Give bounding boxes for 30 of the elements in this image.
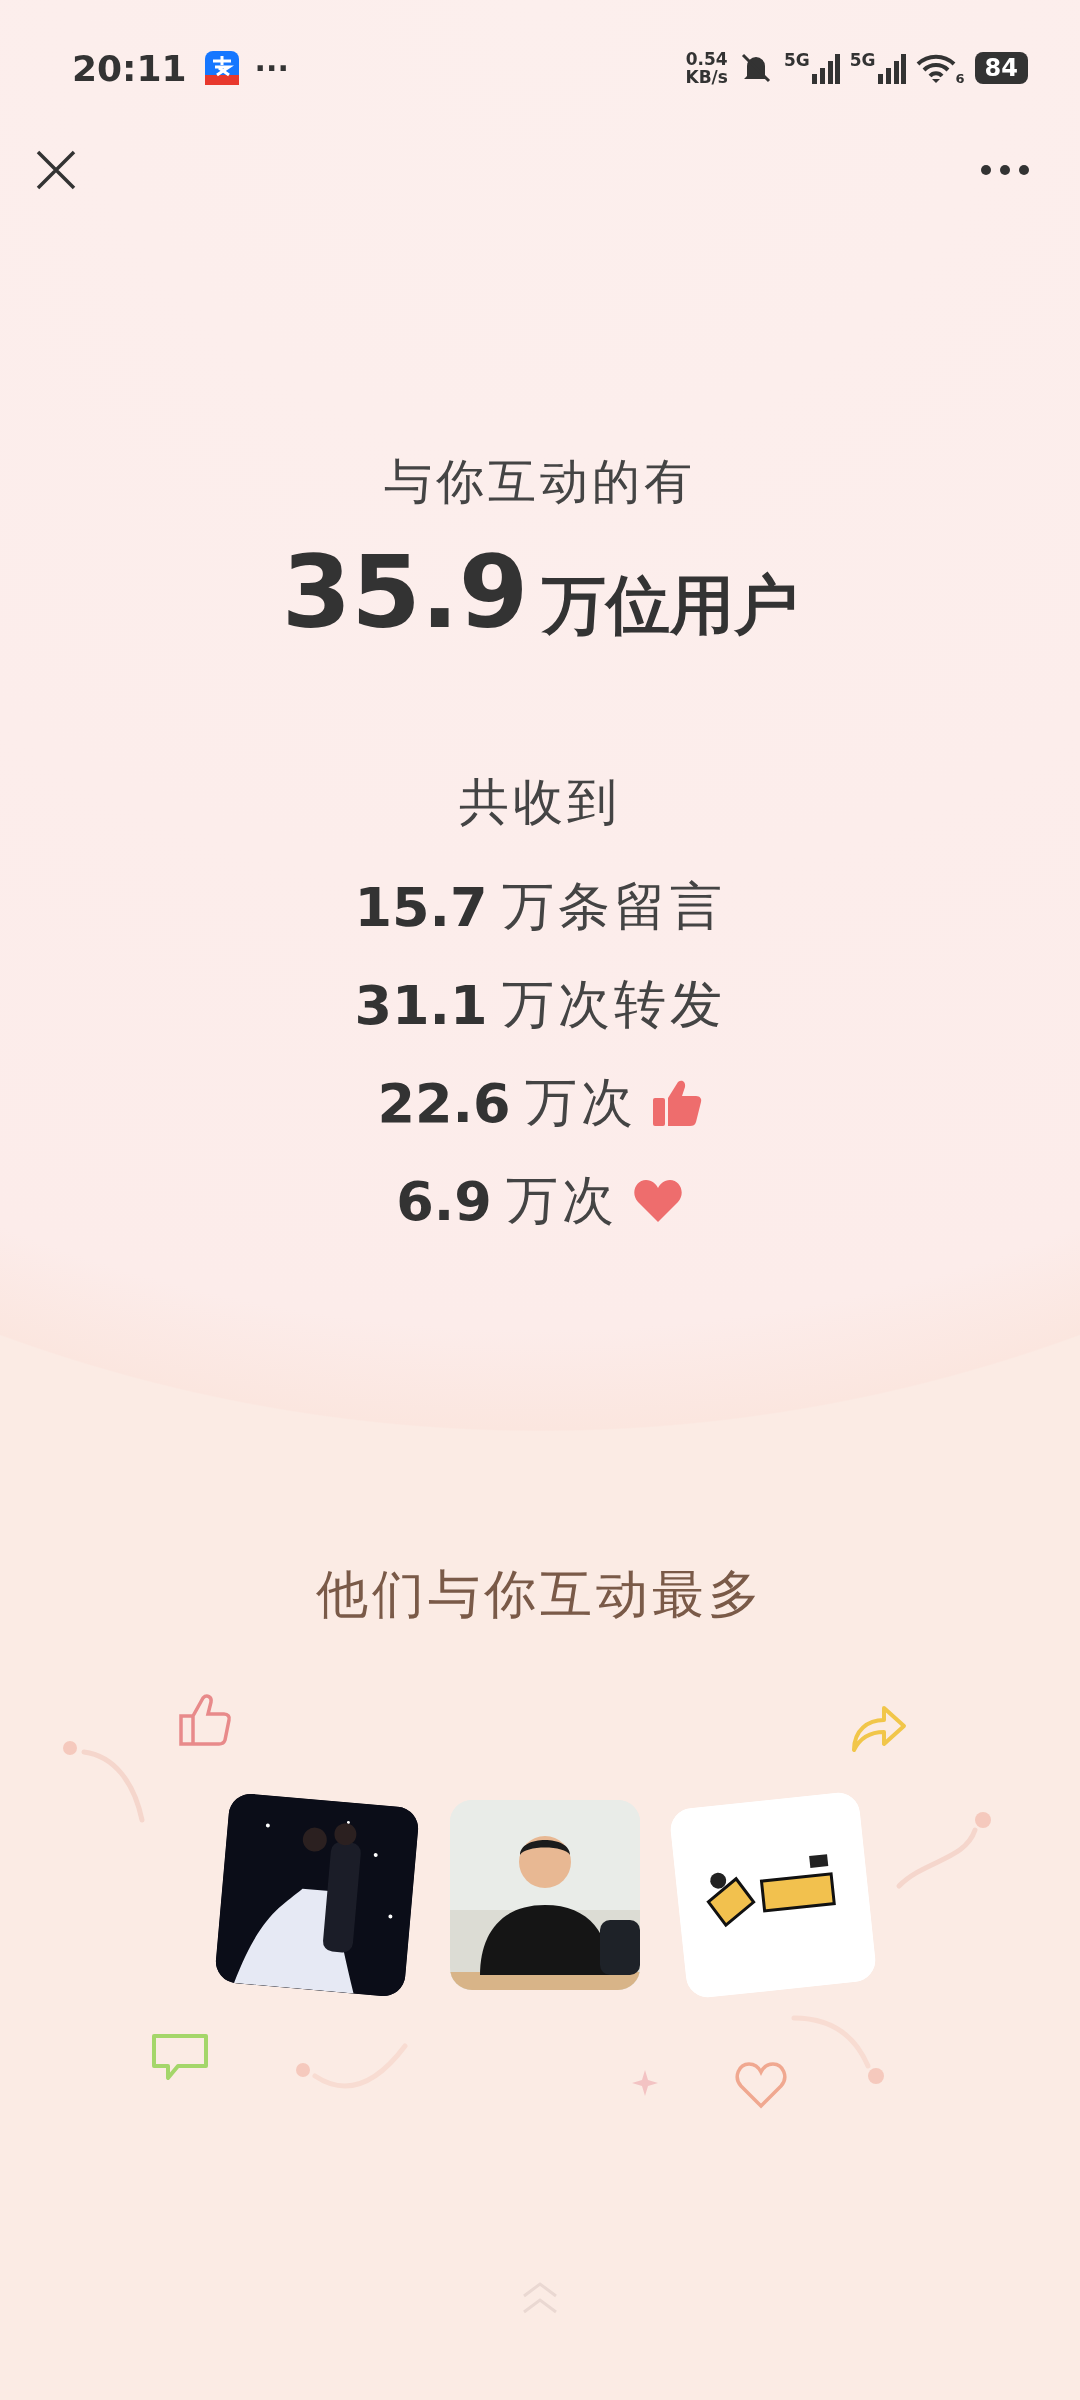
stat-number: 6.9 bbox=[396, 1169, 492, 1233]
heart-icon bbox=[631, 1178, 684, 1224]
stat-number: 15.7 bbox=[354, 875, 488, 939]
close-icon[interactable] bbox=[36, 150, 76, 190]
stat-label: 万次 bbox=[524, 1071, 637, 1134]
received-heading: 共收到 bbox=[459, 772, 621, 833]
battery-level: 84 bbox=[974, 52, 1028, 84]
stat-label: 万次 bbox=[505, 1169, 618, 1232]
wifi-icon bbox=[915, 52, 956, 84]
heart-outline-icon bbox=[733, 2060, 789, 2110]
more-icon[interactable] bbox=[980, 164, 1030, 176]
stat-label: 万条留言 bbox=[501, 875, 726, 938]
stat-number: 22.6 bbox=[377, 1071, 511, 1135]
user-count-unit: 万位用户 bbox=[542, 567, 799, 644]
stat-label: 万次转发 bbox=[501, 973, 726, 1036]
status-time: 20:11 bbox=[72, 47, 187, 89]
user-count: 35.9 bbox=[281, 534, 529, 651]
network-speed: 0.54 KB/s bbox=[685, 50, 728, 86]
sim-label: 5G bbox=[849, 50, 876, 70]
thumbs-up-icon bbox=[650, 1078, 703, 1128]
top-users-heading: 他们与你互动最多 bbox=[316, 1563, 764, 1626]
sim-label: 5G bbox=[783, 50, 810, 70]
wifi-label: 6 bbox=[955, 71, 965, 86]
signal-icon bbox=[811, 52, 840, 84]
signal-icon bbox=[877, 52, 906, 84]
sparkle-icon bbox=[632, 2070, 658, 2096]
stat-number: 31.1 bbox=[354, 973, 488, 1037]
more-notifications: ··· bbox=[254, 50, 289, 86]
summary-heading: 与你互动的有 bbox=[384, 452, 696, 511]
app-icon bbox=[204, 51, 239, 85]
